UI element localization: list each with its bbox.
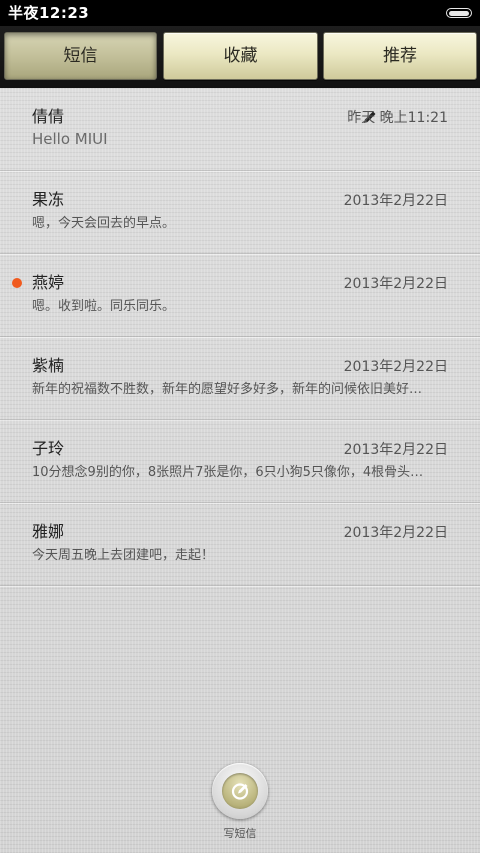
- battery-icon: [446, 8, 472, 18]
- compose-button[interactable]: [212, 763, 268, 819]
- message-preview: Hello MIUI: [32, 130, 108, 148]
- message-item[interactable]: 紫楠 2013年2月22日 新年的祝福数不胜数，新年的愿望好多好多，新年的问候依…: [0, 337, 480, 420]
- message-date: 昨天 晚上11:21: [347, 110, 448, 126]
- message-date: 2013年2月22日: [343, 276, 448, 292]
- tab-favorites[interactable]: 收藏: [163, 32, 318, 80]
- contact-name: 雅娜: [32, 522, 65, 541]
- contact-name: 子玲: [32, 439, 65, 458]
- message-item[interactable]: 燕婷 2013年2月22日 嗯。收到啦。同乐同乐。: [0, 254, 480, 337]
- compose-icon: [231, 783, 249, 800]
- message-date: 2013年2月22日: [343, 359, 448, 375]
- tab-bar: 短信 收藏 推荐: [0, 26, 480, 88]
- tab-sms[interactable]: 短信: [4, 32, 157, 80]
- status-time: 半夜12:23: [8, 4, 90, 22]
- message-preview: 10分想念9别的你，8张照片7张是你，6只小狗5只像你，4根骨头…: [32, 465, 424, 480]
- message-item[interactable]: 果冻 2013年2月22日 嗯，今天会回去的早点。: [0, 171, 480, 254]
- message-item[interactable]: 倩倩 昨天 晚上11:21 Hello MIUI: [0, 88, 480, 171]
- message-date: 2013年2月22日: [343, 442, 448, 458]
- contact-name: 紫楠: [32, 356, 65, 375]
- compose-button-face: [222, 773, 258, 809]
- message-item[interactable]: 雅娜 2013年2月22日 今天周五晚上去团建吧，走起！: [0, 503, 480, 586]
- message-preview: 新年的祝福数不胜数，新年的愿望好多好多，新年的问候依旧美好…: [32, 382, 423, 397]
- compose-label: 写短信: [223, 827, 257, 840]
- message-item[interactable]: 子玲 2013年2月22日 10分想念9别的你，8张照片7张是你，6只小狗5只像…: [0, 420, 480, 503]
- message-preview: 嗯，今天会回去的早点。: [32, 216, 176, 231]
- contact-name: 果冻: [32, 190, 65, 209]
- contact-name: 燕婷: [32, 273, 65, 292]
- contact-name: 倩倩: [32, 107, 65, 126]
- message-date: 2013年2月22日: [343, 193, 448, 209]
- message-preview: 嗯。收到啦。同乐同乐。: [32, 299, 176, 314]
- message-date: 2013年2月22日: [343, 525, 448, 541]
- unread-dot-icon: [12, 278, 22, 288]
- status-bar: 半夜12:23: [0, 0, 480, 26]
- message-preview: 今天周五晚上去团建吧，走起！: [32, 548, 215, 563]
- tab-recommended[interactable]: 推荐: [323, 32, 477, 80]
